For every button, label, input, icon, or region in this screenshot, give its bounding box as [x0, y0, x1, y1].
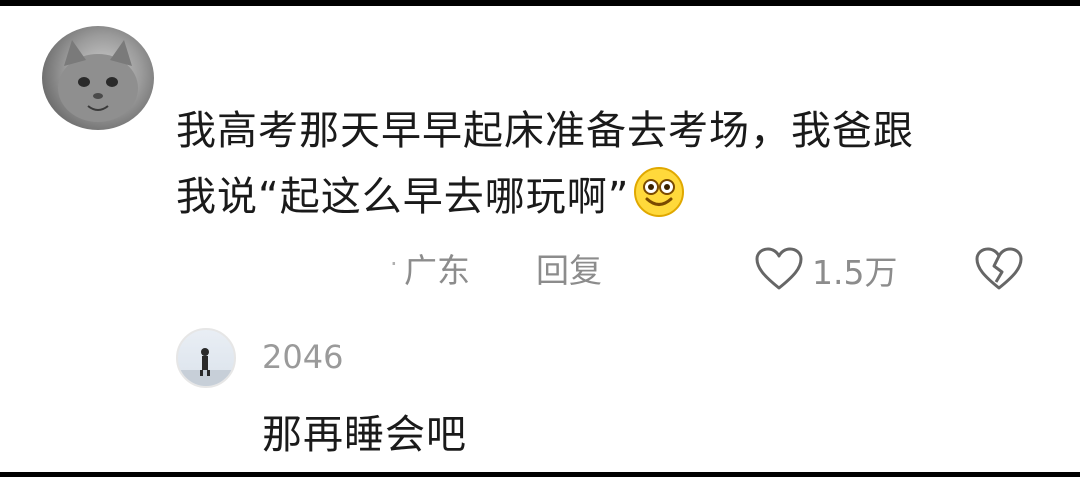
like-count: 1.5万 — [812, 253, 898, 292]
broken-heart-icon[interactable] — [974, 246, 1024, 292]
comment-text-line-2: 我说“起这么早去哪玩啊” — [176, 164, 1016, 230]
comment-text-line-1: 我高考那天早早起床准备去考场，我爸跟 — [176, 108, 914, 154]
comment-text-line-2-text: 我说“起这么早去哪玩啊” — [176, 174, 630, 220]
reply-button[interactable]: 回复 — [536, 244, 602, 292]
separator-dot: · — [390, 250, 398, 278]
bottom-bar — [0, 472, 1080, 477]
reply-avatar[interactable] — [176, 328, 236, 388]
comment-card: 我高考那天早早起床准备去考场，我爸跟 我说“起这么早去哪玩啊” · 广东 回复 … — [0, 6, 1080, 472]
comment-text: 我高考那天早早起床准备去考场，我爸跟 我说“起这么早去哪玩啊” — [176, 98, 1016, 230]
reply-username[interactable]: 2046 — [262, 338, 343, 376]
smiling-face-icon — [634, 167, 685, 217]
cat-avatar-icon — [58, 40, 138, 122]
person-silhouette-icon — [178, 348, 234, 386]
heart-icon — [755, 247, 803, 290]
avatar[interactable] — [42, 26, 154, 130]
reply-text: 那再睡会吧 — [262, 412, 467, 458]
location-label: 广东 — [404, 251, 470, 290]
